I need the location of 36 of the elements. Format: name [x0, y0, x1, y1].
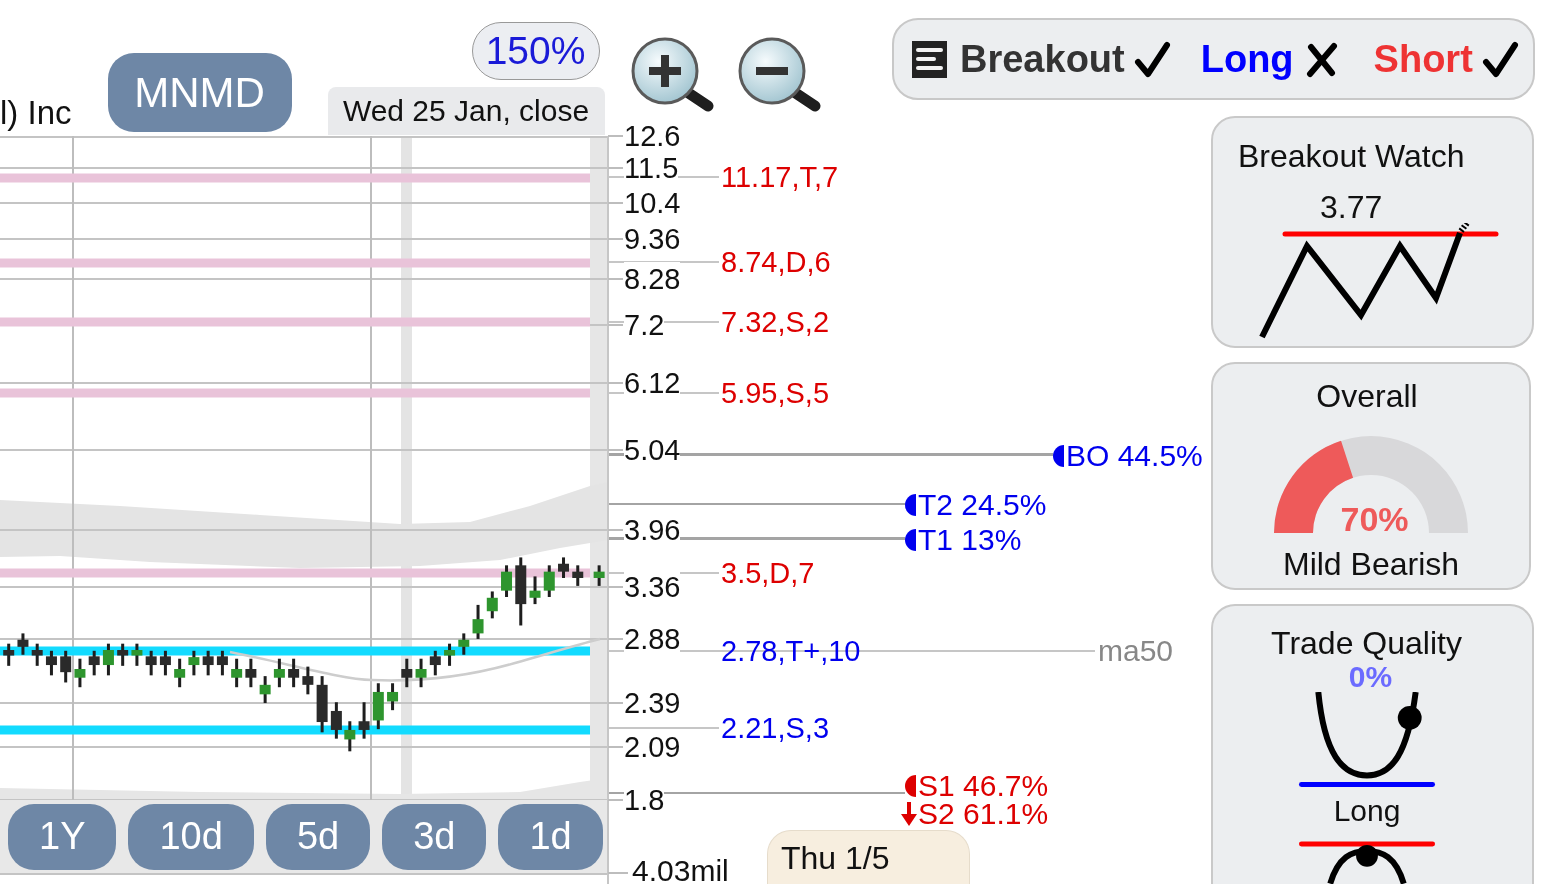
- zoom-out-icon[interactable]: [736, 36, 822, 112]
- zoom-in-icon[interactable]: [629, 36, 715, 112]
- gauge-reading: 70%: [1339, 502, 1410, 536]
- timeframe-button[interactable]: 10d: [128, 803, 254, 870]
- cursor-date-label: Thu 1/5: [767, 830, 970, 884]
- target-label: BO 44.5%: [1066, 439, 1203, 473]
- symbol-button[interactable]: MNMD: [107, 53, 292, 132]
- sentiment-label: Mild Bearish: [1282, 546, 1460, 582]
- target-label: T2 24.5%: [918, 488, 1047, 522]
- panel-title: Overall: [1316, 377, 1418, 415]
- timeframe-button[interactable]: 1Y: [8, 803, 117, 870]
- breakout-price: 3.77: [1320, 191, 1383, 223]
- signal-toggle[interactable]: Long: [1200, 37, 1340, 81]
- signal-toggle[interactable]: Breakout: [960, 37, 1171, 81]
- target-label: T1 13%: [918, 523, 1022, 557]
- list-icon: [912, 40, 947, 78]
- zoom-level-button[interactable]: 150%: [471, 22, 600, 80]
- date-label: Wed 25 Jan, close: [327, 87, 605, 135]
- level-label: 2.78,T+,10: [721, 634, 861, 668]
- level-label: 8.74,D,6: [721, 245, 831, 279]
- level-label: 7.32,S,2: [721, 305, 830, 339]
- level-label: 11.17,T,7: [721, 160, 839, 194]
- panel-title: Trade Quality: [1271, 624, 1462, 662]
- timeframe-button[interactable]: 1d: [498, 803, 603, 870]
- panel-title: Breakout Watch: [1238, 137, 1465, 175]
- timeframe-button[interactable]: 3d: [382, 803, 487, 870]
- quality-reading: 0%: [1348, 662, 1393, 692]
- timeframe-button[interactable]: 5d: [265, 803, 371, 870]
- level-label: 3.5,D,7: [721, 556, 815, 590]
- moving-average-label: ma50: [1098, 634, 1174, 668]
- volume-label: 4.03mil: [632, 858, 729, 884]
- level-label: 5.95,S,5: [721, 376, 830, 410]
- level-label: 2.21,S,3: [721, 711, 830, 745]
- company-name: l) Inc: [0, 94, 72, 132]
- pattern-label: Long: [1333, 795, 1401, 828]
- signal-toggle[interactable]: Short: [1373, 37, 1519, 81]
